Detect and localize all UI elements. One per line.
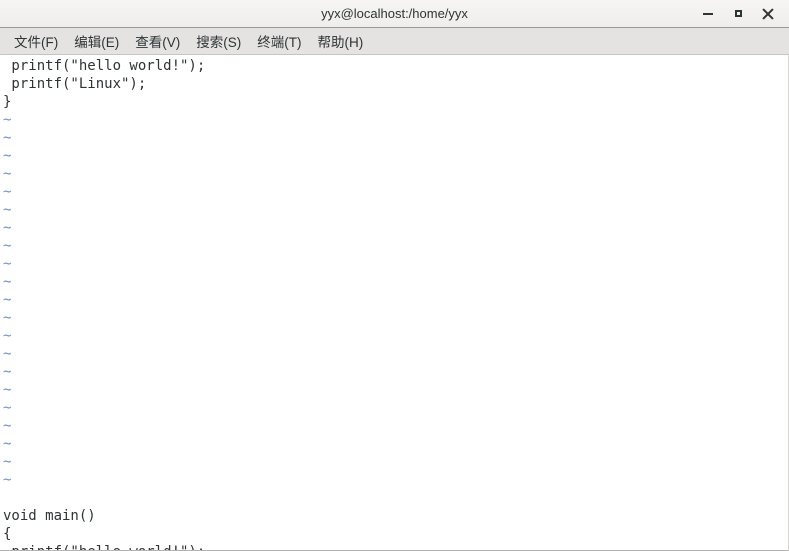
title-bar: yyx@localhost:/home/yyx: [0, 0, 789, 28]
terminal-tilde-line: ~: [3, 292, 12, 308]
menu-search[interactable]: 搜索(S): [188, 29, 249, 53]
minimize-icon: [703, 12, 713, 15]
terminal-tilde-line: ~: [3, 382, 12, 398]
terminal-tilde-line: ~: [3, 400, 12, 416]
terminal-tilde-line: ~: [3, 130, 12, 146]
close-icon: [761, 7, 775, 21]
terminal-tilde-line: ~: [3, 112, 12, 128]
terminal-content-area[interactable]: printf("hello world!"); printf("Linux");…: [0, 55, 789, 551]
terminal-tilde-line: ~: [3, 184, 12, 200]
maximize-icon: [734, 10, 742, 17]
terminal-line: }: [3, 94, 12, 110]
terminal-tilde-line: ~: [3, 166, 12, 182]
terminal-tilde-line: ~: [3, 472, 12, 488]
terminal-tilde-line: ~: [3, 364, 12, 380]
menu-help[interactable]: 帮助(H): [310, 29, 372, 53]
menu-edit[interactable]: 编辑(E): [66, 29, 127, 53]
terminal-text-buffer: printf("hello world!"); printf("Linux");…: [0, 55, 341, 550]
terminal-line: printf("Linux");: [3, 76, 147, 92]
terminal-tilde-line: ~: [3, 256, 12, 272]
window-title: yyx@localhost:/home/yyx: [321, 6, 468, 21]
terminal-window: yyx@localhost:/home/yyx 文件(F) 编辑(E) 查看(V…: [0, 0, 789, 551]
menu-view[interactable]: 查看(V): [127, 29, 188, 53]
terminal-tilde-line: ~: [3, 454, 12, 470]
terminal-line: printf("hello world!");: [3, 58, 206, 74]
terminal-line: void main(): [3, 508, 96, 524]
terminal-tilde-line: ~: [3, 418, 12, 434]
terminal-line: printf("hello world!");: [3, 543, 341, 550]
terminal-tilde-line: ~: [3, 238, 12, 254]
terminal-line: {: [3, 526, 12, 542]
menu-file[interactable]: 文件(F): [6, 29, 66, 53]
terminal-tilde-line: ~: [3, 274, 12, 290]
terminal-tilde-line: ~: [3, 202, 12, 218]
terminal-tilde-line: ~: [3, 436, 12, 452]
terminal-tilde-line: ~: [3, 328, 12, 344]
close-button[interactable]: [753, 0, 783, 27]
minimize-button[interactable]: [693, 0, 723, 27]
menu-bar: 文件(F) 编辑(E) 查看(V) 搜索(S) 终端(T) 帮助(H): [0, 28, 789, 55]
window-controls: [693, 0, 783, 27]
menu-terminal[interactable]: 终端(T): [249, 29, 309, 53]
terminal-tilde-line: ~: [3, 148, 12, 164]
terminal-tilde-line: ~: [3, 220, 12, 236]
terminal-tilde-line: ~: [3, 346, 12, 362]
terminal-tilde-line: ~: [3, 310, 12, 326]
maximize-button[interactable]: [723, 0, 753, 27]
